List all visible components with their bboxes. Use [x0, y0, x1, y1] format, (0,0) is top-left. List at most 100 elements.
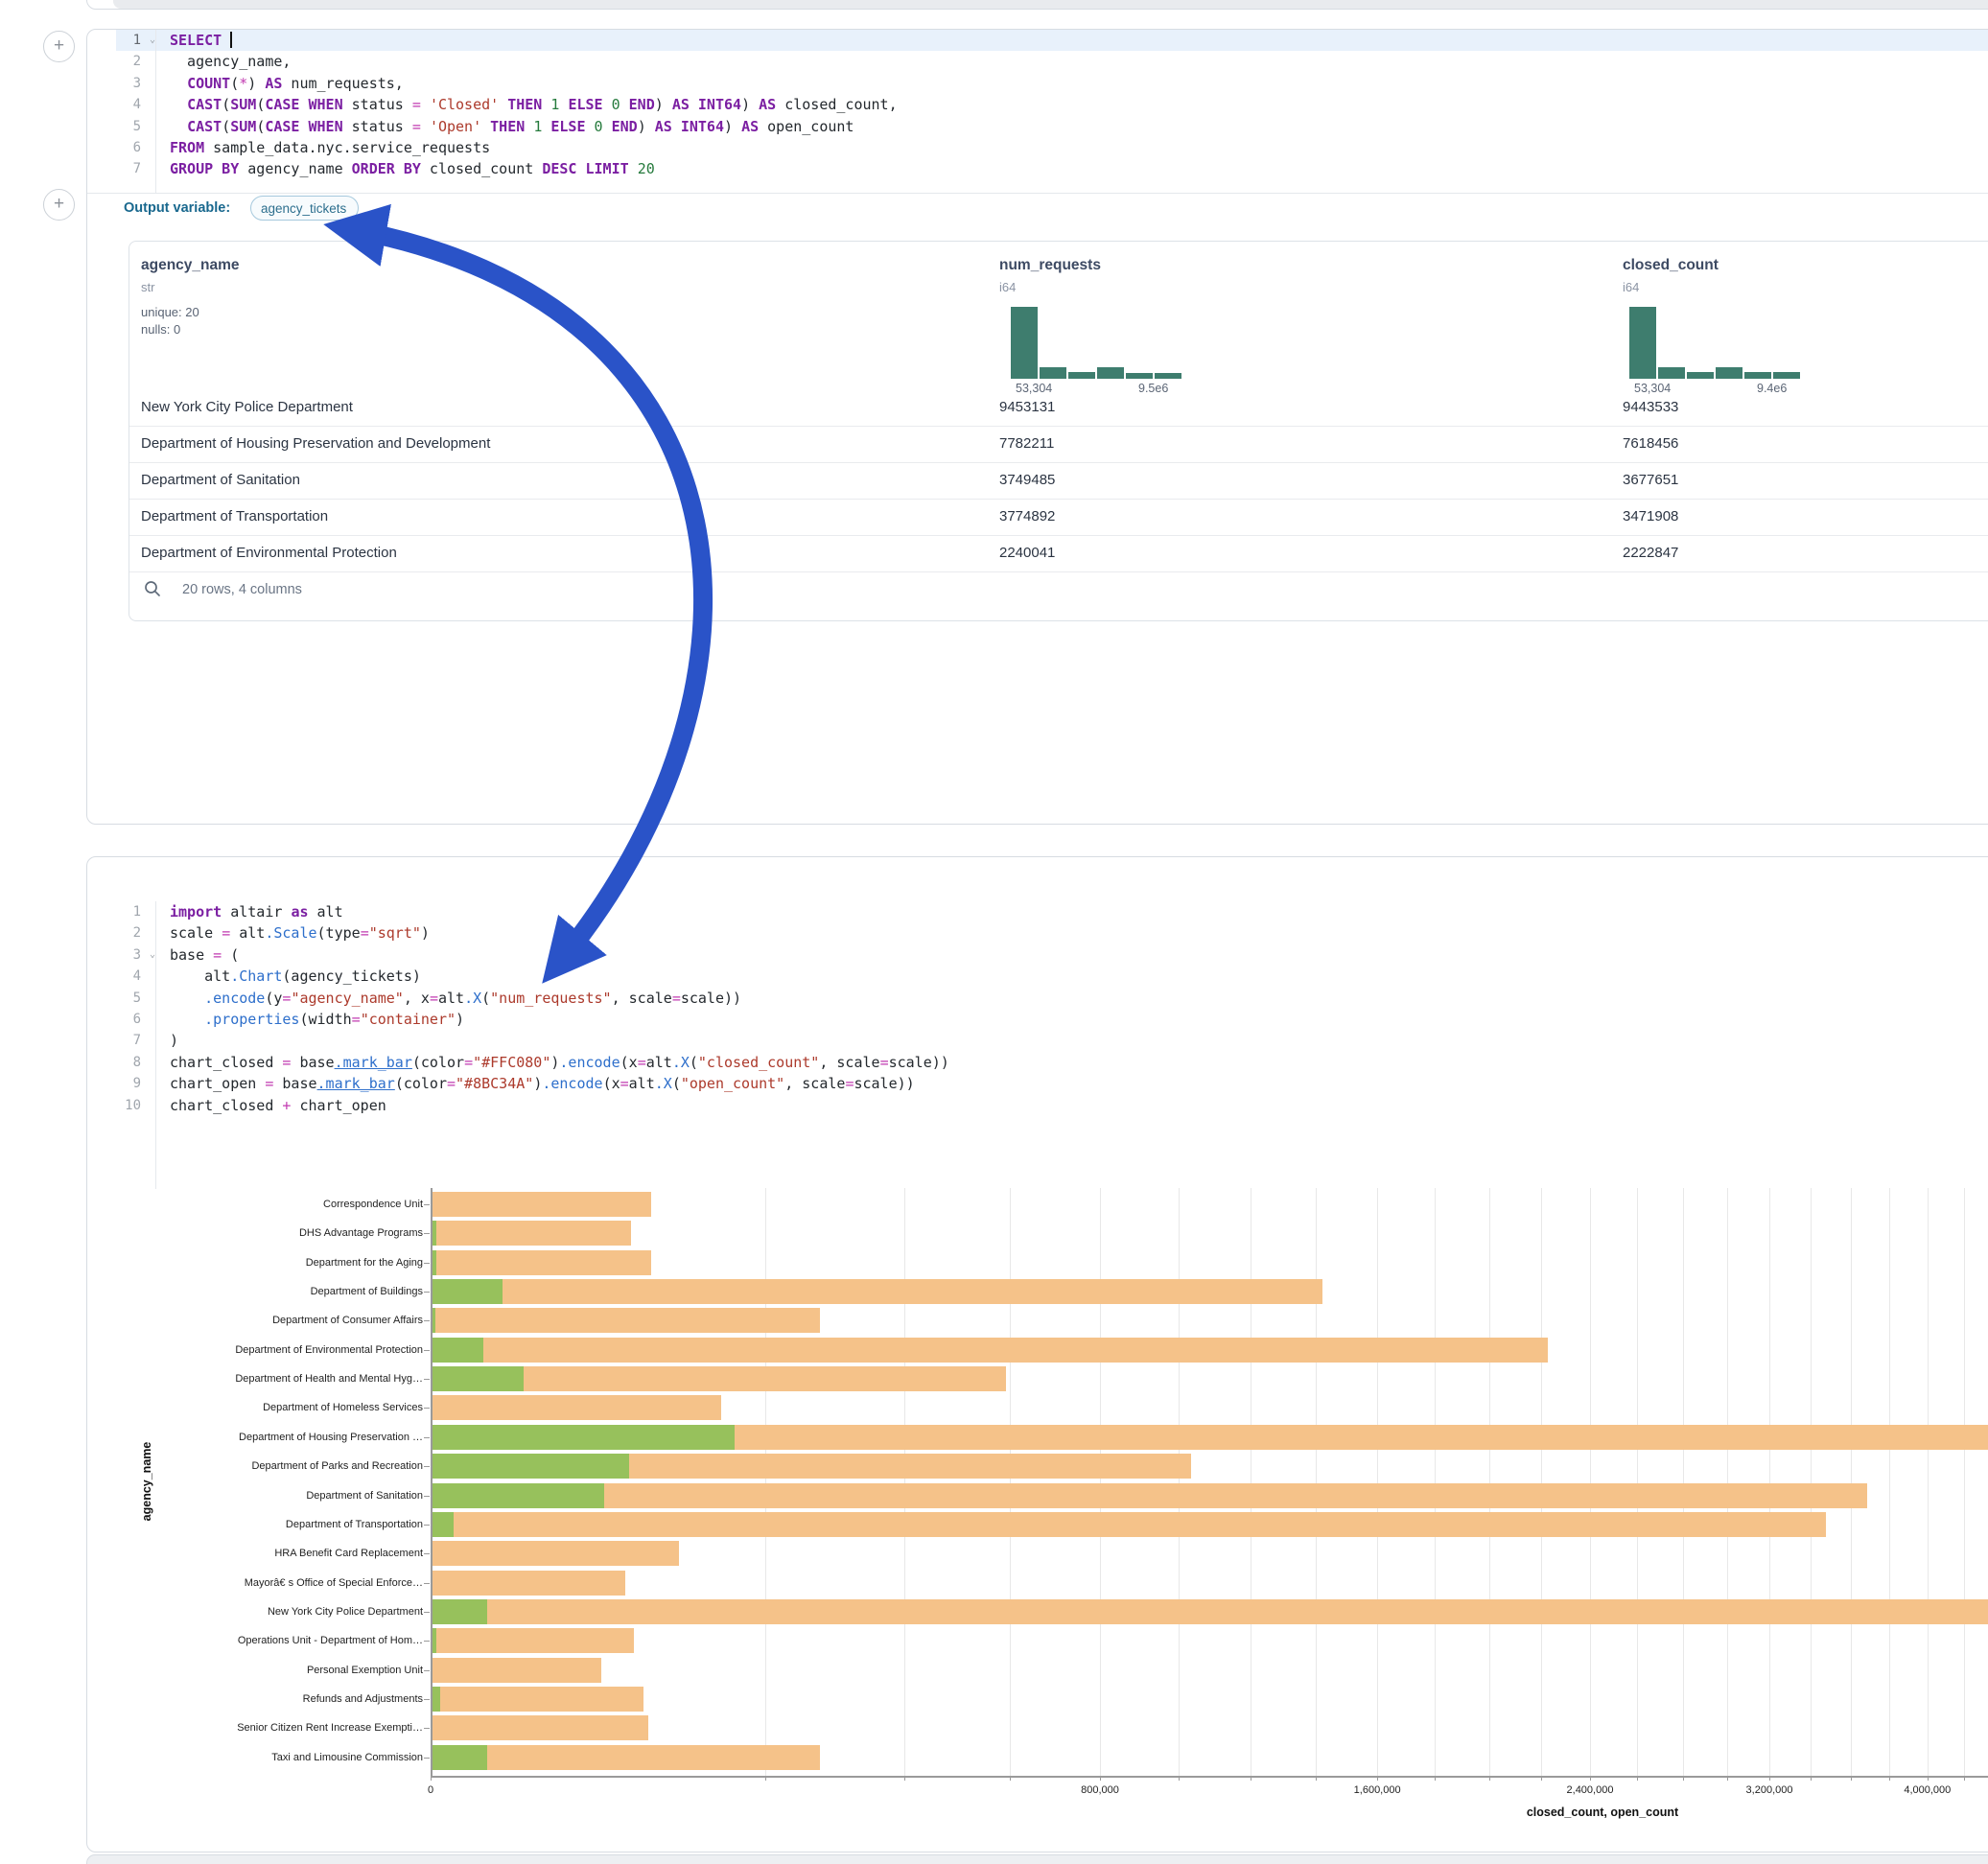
add-cell-button-output[interactable]: +	[43, 189, 75, 221]
gridline	[1590, 1188, 1591, 1776]
code-line: CAST(SUM(CASE WHEN status = 'Closed' THE…	[170, 94, 1988, 115]
column-stat-unique: unique: 20	[141, 305, 199, 319]
bar-closed-count	[432, 1599, 1988, 1624]
line-number[interactable]: 3	[87, 944, 156, 966]
next-cell-edge	[86, 1854, 1988, 1864]
bar-closed-count	[432, 1541, 679, 1566]
bar-closed-count	[432, 1250, 651, 1275]
table-cell-agency-name: Department of Transportation	[141, 508, 328, 524]
sql-gutter: 1⌄234567	[87, 30, 156, 193]
bar-open-count	[432, 1628, 436, 1653]
line-number[interactable]: 2	[87, 922, 156, 944]
table-row[interactable]: Department of Sanitation37494853677651	[129, 463, 1988, 500]
line-number[interactable]: 4	[87, 966, 156, 987]
sql-editor[interactable]: 1⌄234567 SELECT agency_name, COUNT(*) AS…	[87, 30, 1988, 194]
bar-closed-count	[432, 1338, 1548, 1363]
bar-closed-count	[432, 1279, 1322, 1304]
bar-open-count	[432, 1366, 524, 1391]
line-number[interactable]: 10	[87, 1095, 156, 1116]
y-axis-tick	[424, 1583, 430, 1584]
line-number[interactable]: 3	[87, 73, 156, 94]
y-axis-tick	[424, 1699, 430, 1700]
line-number[interactable]: 1	[87, 901, 156, 922]
column-type-closed-count: i64	[1623, 280, 1639, 294]
bar-closed-count	[432, 1571, 625, 1596]
gridline	[904, 1188, 905, 1776]
y-axis-tick	[424, 1408, 430, 1409]
histogram-bar	[1155, 373, 1181, 379]
y-axis-label: Department of Consumer Affairs	[106, 1314, 423, 1327]
line-number[interactable]: 5	[87, 116, 156, 137]
table-cell-num-requests: 9453131	[999, 399, 1055, 415]
line-number[interactable]: 8	[87, 1052, 156, 1073]
column-header-agency-name[interactable]: agency_name	[141, 257, 240, 274]
python-cell: 123⌄45678910 import altair as altscale =…	[86, 856, 1988, 1852]
histogram-bar	[1687, 372, 1714, 380]
line-number[interactable]: 5	[87, 988, 156, 1009]
line-number[interactable]: 6	[87, 137, 156, 158]
x-axis-tick	[1377, 1776, 1378, 1781]
histogram-bar	[1068, 372, 1095, 379]
table-cell-num-requests: 7782211	[999, 435, 1054, 452]
x-axis-title: closed_count, open_count	[1315, 1806, 1890, 1819]
table-cell-num-requests: 3774892	[999, 508, 1055, 524]
output-variable-chip[interactable]: agency_tickets	[250, 196, 359, 221]
collapse-chevron-icon[interactable]: ⌄	[150, 30, 155, 51]
code-line: chart_closed + chart_open	[170, 1095, 1988, 1116]
histogram-bar	[1011, 307, 1038, 379]
y-axis-tick	[424, 1758, 430, 1759]
line-number[interactable]: 4	[87, 94, 156, 115]
code-line: chart_closed = base.mark_bar(color="#FFC…	[170, 1052, 1988, 1073]
add-cell-button-top[interactable]: +	[43, 31, 75, 62]
gridline	[1811, 1188, 1812, 1776]
y-axis-tick	[424, 1320, 430, 1321]
histogram-bar	[1097, 367, 1124, 379]
y-axis-label: Taxi and Limousine Commission	[106, 1751, 423, 1764]
y-axis-tick	[424, 1641, 430, 1642]
histogram-bar	[1040, 367, 1066, 379]
line-number[interactable]: 2	[87, 51, 156, 72]
table-row[interactable]: Department of Transportation377489234719…	[129, 500, 1988, 536]
line-number[interactable]: 9	[87, 1073, 156, 1094]
column-header-num-requests[interactable]: num_requests	[999, 257, 1101, 274]
altair-bar-chart: Correspondence UnitDHS Advantage Program…	[106, 1180, 1988, 1842]
bar-closed-count	[432, 1687, 643, 1712]
y-axis-label: Department of Parks and Recreation	[106, 1459, 423, 1473]
y-axis-label: Department for the Aging	[106, 1256, 423, 1270]
y-axis-label: New York City Police Department	[106, 1605, 423, 1619]
bar-closed-count	[432, 1308, 820, 1333]
table-cell-agency-name: Department of Housing Preservation and D…	[141, 435, 490, 452]
code-line: FROM sample_data.nyc.service_requests	[170, 137, 1988, 158]
y-axis-label: HRA Benefit Card Replacement	[106, 1547, 423, 1560]
column-header-closed-count[interactable]: closed_count	[1623, 257, 1719, 274]
x-axis-tick	[1928, 1776, 1929, 1781]
bar-open-count	[432, 1599, 487, 1624]
code-line: .properties(width="container")	[170, 1009, 1988, 1030]
code-line: COUNT(*) AS num_requests,	[170, 73, 1988, 94]
y-axis-label: Mayorâ€ s Office of Special Enforce…	[106, 1576, 423, 1590]
collapse-chevron-icon[interactable]: ⌄	[150, 944, 155, 966]
bar-open-count	[432, 1687, 440, 1712]
notebook-page: + + 1⌄234567 SELECT agency_name, COUNT(*…	[0, 0, 1988, 1864]
gridline	[1727, 1188, 1728, 1776]
y-axis-label: Department of Transportation	[106, 1518, 423, 1531]
line-number[interactable]: 7	[87, 158, 156, 179]
y-axis-label: DHS Advantage Programs	[106, 1226, 423, 1240]
x-axis-tick-label: 4,000,000	[1870, 1784, 1985, 1796]
line-number[interactable]: 7	[87, 1030, 156, 1051]
bar-closed-count	[432, 1715, 648, 1740]
search-icon[interactable]	[144, 580, 161, 597]
table-row[interactable]: Department of Housing Preservation and D…	[129, 427, 1988, 463]
gridline	[1435, 1188, 1436, 1776]
y-axis-label: Department of Homeless Services	[106, 1401, 423, 1414]
x-axis-tick-label: 1,600,000	[1320, 1784, 1435, 1796]
y-axis-label: Senior Citizen Rent Increase Exempti…	[106, 1721, 423, 1735]
line-number[interactable]: 1	[87, 30, 156, 51]
python-editor[interactable]: 123⌄45678910 import altair as altscale =…	[87, 901, 1988, 1189]
histogram-num-requests	[1011, 307, 1181, 379]
table-row[interactable]: New York City Police Department945313194…	[129, 390, 1988, 427]
code-line: alt.Chart(agency_tickets)	[170, 966, 1988, 987]
line-number[interactable]: 6	[87, 1009, 156, 1030]
gridline	[765, 1188, 766, 1776]
histogram-bar	[1716, 367, 1742, 379]
